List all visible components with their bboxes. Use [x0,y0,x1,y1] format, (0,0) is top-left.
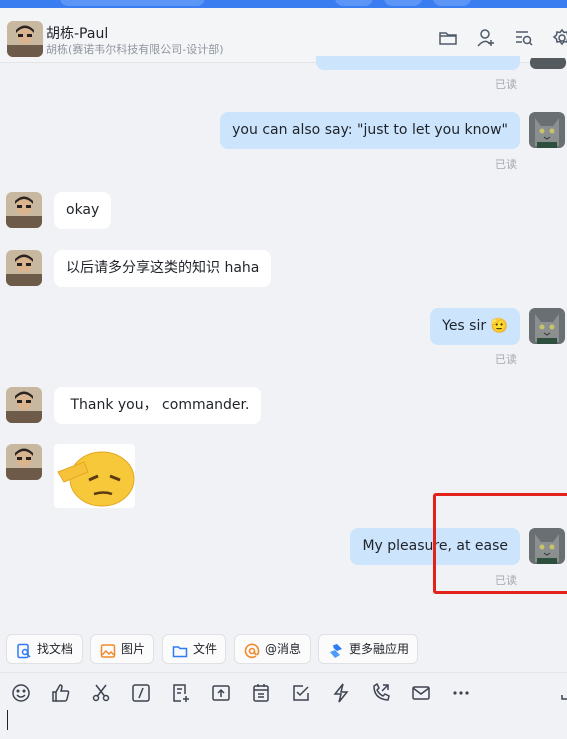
settings-icon[interactable] [552,28,567,50]
chat-header: 胡栋-Paul 胡栋(赛诺韦尔科技有限公司-设计部) [0,8,567,63]
my-avatar[interactable] [529,112,565,148]
image-button[interactable]: 图片 [90,634,154,664]
contact-avatar[interactable] [6,250,42,286]
contact-name: 胡栋-Paul [46,26,109,42]
contact-avatar[interactable] [6,444,42,480]
search-history-icon[interactable] [514,28,536,50]
my-avatar[interactable] [529,308,565,344]
contact-subtitle: 胡栋(赛诺韦尔科技有限公司-设计部) [46,43,224,56]
file-button[interactable]: 文件 [162,634,226,664]
more-icon[interactable] [451,683,471,703]
phone-icon[interactable] [371,682,391,703]
salute-emoji-sticker[interactable] [54,444,135,508]
contact-avatar[interactable] [6,192,42,228]
compose-toolbar [0,672,567,709]
contact-avatar[interactable] [6,387,42,423]
top-button[interactable] [384,0,422,6]
expand-icon[interactable] [555,683,567,703]
calendar-icon[interactable] [251,683,271,703]
scissors-icon[interactable] [91,683,111,703]
folder-icon [172,641,188,658]
apps-icon [328,641,344,658]
at-message-button[interactable]: @消息 [234,634,311,664]
message-bubble-partial[interactable] [316,56,520,70]
more-apps-button[interactable]: 更多融应用 [318,634,418,664]
window-top-strip [0,0,567,8]
message-bubble[interactable]: Yes sir 🫡 [430,308,520,345]
message-bubble[interactable]: you can also say: "just to let you know" [220,112,520,149]
read-status: 已读 [495,78,517,91]
message-bubble[interactable]: 以后请多分享这类的知识 haha [54,250,272,287]
message-input[interactable] [0,708,567,739]
quick-actions-bar: 找文档 图片 文件 @消息 更多融应用 [0,634,567,664]
text-caret [7,710,8,730]
mail-icon[interactable] [411,683,431,703]
task-check-icon[interactable] [291,683,311,703]
slash-command-icon[interactable] [131,683,151,703]
upload-icon[interactable] [211,683,231,703]
find-doc-icon [16,641,32,659]
image-icon [100,641,116,658]
my-avatar[interactable] [530,56,566,69]
at-icon [244,641,260,659]
search-pill[interactable] [60,0,205,6]
highlight-box [433,493,567,594]
emoji-icon[interactable] [11,683,31,703]
folder-icon[interactable] [438,28,460,50]
add-member-icon[interactable] [476,28,498,50]
contact-avatar[interactable] [7,21,43,57]
read-status: 已读 [495,158,517,171]
thumbs-up-icon[interactable] [51,683,71,703]
top-button[interactable] [433,0,471,6]
doc-add-icon[interactable] [171,683,191,703]
message-bubble[interactable]: Thank you， commander. [54,387,262,424]
find-doc-button[interactable]: 找文档 [6,634,83,664]
read-status: 已读 [495,353,517,366]
message-bubble[interactable]: okay [54,192,112,229]
top-button[interactable] [335,0,373,6]
lightning-icon[interactable] [331,683,351,703]
